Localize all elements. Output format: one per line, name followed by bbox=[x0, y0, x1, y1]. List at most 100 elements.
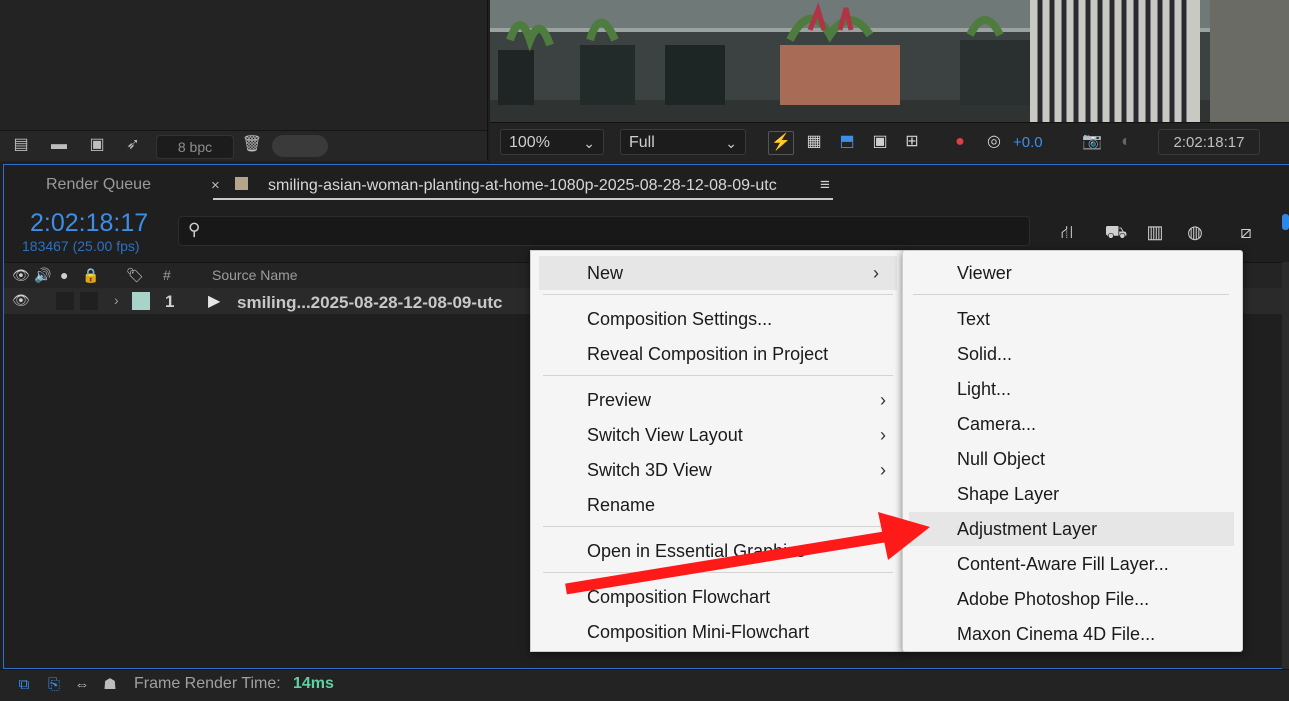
show-snapshot-icon[interactable]: ◐ bbox=[1114, 131, 1138, 153]
menu-item-label: Rename bbox=[587, 495, 656, 515]
tab-render-queue[interactable]: Render Queue bbox=[46, 176, 151, 194]
submenu-item-content-aware-fill-layer[interactable]: Content-Aware Fill Layer... bbox=[903, 547, 1242, 581]
channels-icon[interactable]: ● bbox=[948, 131, 972, 153]
tab-composition[interactable]: smiling-asian-woman-planting-at-home-108… bbox=[268, 177, 777, 195]
layer-solo-toggle[interactable] bbox=[56, 292, 74, 310]
new-composition-icon[interactable]: ▣ bbox=[86, 135, 108, 155]
menu-item-new[interactable]: New › bbox=[539, 256, 897, 290]
chevron-down-icon: ⌄ bbox=[583, 135, 595, 151]
menu-item-preview[interactable]: Preview › bbox=[531, 383, 904, 417]
menu-item-label: New bbox=[587, 263, 624, 283]
context-menu: New › Composition Settings... Reveal Com… bbox=[530, 250, 905, 652]
menu-item-label: Reveal Composition in Project bbox=[587, 344, 829, 364]
feather-icon[interactable]: ➶ bbox=[122, 135, 144, 155]
menu-item-composition-mini-flowchart[interactable]: Composition Mini-Flowchart bbox=[531, 615, 904, 649]
chevron-right-icon: › bbox=[880, 460, 886, 480]
chevron-right-icon: › bbox=[873, 263, 879, 283]
layer-switches-icon[interactable]: ⧉ bbox=[14, 675, 34, 695]
menu-item-label: Composition Mini-Flowchart bbox=[587, 622, 810, 642]
frame-count-info: 183467 (25.00 fps) bbox=[22, 238, 140, 254]
menu-item-switch-view-layout[interactable]: Switch View Layout › bbox=[531, 418, 904, 452]
timeline-scrollbar[interactable] bbox=[1282, 262, 1289, 670]
interpret-footage-icon[interactable]: ▤ bbox=[10, 135, 32, 155]
submenu-item-camera[interactable]: Camera... bbox=[903, 407, 1242, 441]
eye-icon[interactable]: 👁 bbox=[12, 267, 30, 284]
menu-separator bbox=[543, 572, 893, 573]
menu-item-reveal-composition[interactable]: Reveal Composition in Project bbox=[531, 337, 904, 371]
layer-label-color[interactable] bbox=[132, 292, 150, 310]
region-of-interest-icon[interactable]: ⬒ bbox=[835, 131, 859, 153]
render-time-icon[interactable]: ☗ bbox=[100, 675, 120, 695]
audio-icon[interactable]: 🔊 bbox=[34, 267, 51, 284]
layer-visibility-icon[interactable]: 👁 bbox=[12, 292, 30, 309]
resolution-dropdown[interactable]: Full ⌄ bbox=[620, 129, 746, 155]
viewer-toolbar: 100% ⌄ Full ⌄ ⚡ ▦ ⬒ ▣ ⊞ ● ◎ +0.0 📷 ◐ 2:0… bbox=[490, 122, 1289, 163]
current-time-display[interactable]: 2:02:18:17 bbox=[1158, 129, 1260, 155]
submenu-item-text[interactable]: Text bbox=[903, 302, 1242, 336]
layer-search-input[interactable] bbox=[178, 216, 1030, 246]
lock-icon[interactable]: 🔒 bbox=[82, 267, 99, 284]
submenu-item-solid[interactable]: Solid... bbox=[903, 337, 1242, 371]
panel-menu-icon[interactable]: ≡ bbox=[820, 175, 830, 195]
project-scrollbar[interactable] bbox=[272, 135, 328, 157]
menu-item-rename[interactable]: Rename bbox=[531, 488, 904, 522]
column-source-name[interactable]: Source Name bbox=[212, 267, 298, 283]
label-tag-icon[interactable]: 🏷 bbox=[126, 267, 144, 284]
menu-item-label: Composition Flowchart bbox=[587, 587, 771, 607]
viewer-frame-image bbox=[490, 0, 1289, 122]
menu-item-open-essential-graphics[interactable]: Open in Essential Graphics bbox=[531, 534, 904, 568]
submenu-item-adjustment-layer[interactable]: Adjustment Layer bbox=[909, 512, 1234, 546]
bit-depth-button[interactable]: 8 bpc bbox=[156, 135, 234, 159]
submenu-item-photoshop-file[interactable]: Adobe Photoshop File... bbox=[903, 582, 1242, 616]
in-out-icon[interactable]: ⇔ bbox=[72, 675, 92, 695]
menu-item-label: Light... bbox=[957, 379, 1012, 399]
chevron-right-icon: › bbox=[880, 425, 886, 445]
snapshot-icon[interactable]: 📷 bbox=[1080, 131, 1104, 153]
frame-render-time-value: 14ms bbox=[293, 675, 334, 692]
exposure-value[interactable]: +0.0 bbox=[1013, 134, 1043, 151]
chevron-down-icon: ⌄ bbox=[725, 135, 737, 151]
motion-blur-icon[interactable]: ◍ bbox=[1182, 220, 1208, 244]
menu-item-label: Composition Settings... bbox=[587, 309, 773, 329]
composition-flowchart-icon[interactable]: ⛙ bbox=[1054, 220, 1080, 244]
chevron-right-icon: › bbox=[880, 390, 886, 410]
magnification-dropdown[interactable]: 100% ⌄ bbox=[500, 129, 604, 155]
menu-item-composition-flowchart[interactable]: Composition Flowchart bbox=[531, 580, 904, 614]
menu-separator bbox=[543, 375, 893, 376]
menu-item-label: Viewer bbox=[957, 263, 1012, 283]
transfer-controls-icon[interactable]: ⎘ bbox=[44, 675, 64, 695]
menu-item-label: Adjustment Layer bbox=[957, 519, 1098, 539]
frame-blending-icon[interactable]: ▥ bbox=[1142, 220, 1168, 244]
submenu-item-viewer[interactable]: Viewer bbox=[903, 256, 1242, 290]
new-folder-icon[interactable]: ▬ bbox=[48, 135, 70, 155]
menu-item-label: Camera... bbox=[957, 414, 1037, 434]
submenu-item-light[interactable]: Light... bbox=[903, 372, 1242, 406]
search-icon[interactable]: ⚲ bbox=[188, 220, 200, 240]
chevron-right-icon[interactable]: › bbox=[114, 292, 119, 308]
layer-name[interactable]: smiling...2025-08-28-12-08-09-utc bbox=[237, 293, 503, 313]
composition-viewer[interactable] bbox=[490, 0, 1289, 122]
submenu-item-null-object[interactable]: Null Object bbox=[903, 442, 1242, 476]
menu-separator bbox=[543, 526, 893, 527]
menu-item-label: Shape Layer bbox=[957, 484, 1060, 504]
close-icon[interactable]: × bbox=[211, 177, 220, 194]
layer-lock-toggle[interactable] bbox=[80, 292, 98, 310]
solo-icon[interactable]: ● bbox=[60, 267, 68, 283]
grid-guides-icon[interactable]: ⊞ bbox=[900, 131, 924, 153]
menu-item-label: Maxon Cinema 4D File... bbox=[957, 624, 1156, 644]
transparency-grid-icon[interactable]: ▦ bbox=[802, 131, 826, 153]
graph-editor-icon[interactable]: ⧄ bbox=[1233, 220, 1259, 244]
menu-item-switch-3d-view[interactable]: Switch 3D View › bbox=[531, 453, 904, 487]
timeline-timecode[interactable]: 2:02:18:17 bbox=[30, 209, 148, 238]
submenu-item-cinema-4d-file[interactable]: Maxon Cinema 4D File... bbox=[903, 617, 1242, 651]
column-number[interactable]: # bbox=[163, 267, 171, 283]
submenu-item-shape-layer[interactable]: Shape Layer bbox=[903, 477, 1242, 511]
fast-previews-icon[interactable]: ⚡ bbox=[768, 131, 794, 155]
scrollbar-thumb[interactable] bbox=[1282, 214, 1289, 230]
trash-icon[interactable]: 🗑 bbox=[241, 135, 263, 155]
menu-item-composition-settings[interactable]: Composition Settings... bbox=[531, 302, 904, 336]
reset-exposure-icon[interactable]: ◎ bbox=[982, 131, 1006, 153]
menu-item-label: Content-Aware Fill Layer... bbox=[957, 554, 1169, 574]
mask-visibility-icon[interactable]: ▣ bbox=[868, 131, 892, 153]
draft-3d-icon[interactable]: ⛟ bbox=[1103, 220, 1129, 244]
